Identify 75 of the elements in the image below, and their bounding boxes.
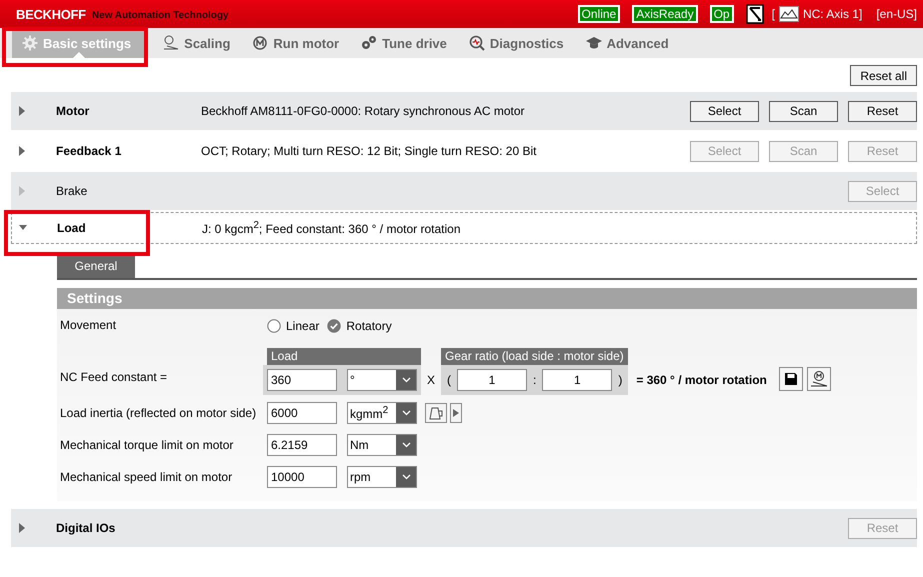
graduation-cap-icon (586, 35, 602, 51)
field-label: Load inertia (reflected on motor side) (60, 406, 258, 420)
value-field[interactable]: 6.2159 (267, 434, 337, 456)
magnifier-icon (468, 35, 485, 51)
section-summary: Beckhoff AM8111-0FG0-0000: Rotary synchronous AC motor (201, 104, 524, 118)
brand-logo: BECKHOFF (16, 6, 86, 22)
section-title: Feedback 1 (56, 144, 122, 158)
value-field[interactable]: 360 (267, 369, 337, 391)
bracket-text: [ (772, 7, 775, 21)
unit-dropdown[interactable]: Nm (347, 434, 417, 456)
field-label: Mechanical speed limit on motor (60, 470, 234, 484)
calculator-icon[interactable] (425, 403, 447, 423)
section-title: Motor (56, 104, 90, 118)
ratio-field[interactable]: 1 (542, 369, 612, 391)
motor-scale-icon[interactable] (806, 367, 831, 391)
locale-label[interactable]: [en-US] (876, 7, 917, 21)
field-label: Mechanical torque limit on motor (60, 438, 234, 452)
brand-tagline: New Automation Technology (92, 10, 228, 21)
section-summary: J: 0 kgcm$^{2}$; Feed constant: 360 ° / motor rotation (202, 220, 460, 236)
nav-tab[interactable]: Advanced (578, 28, 683, 58)
value-field[interactable]: 10000 (267, 466, 337, 488)
play-icon[interactable] (450, 403, 462, 423)
radio-button[interactable] (267, 319, 281, 333)
section-button[interactable]: Select (690, 100, 759, 122)
chevron-down-icon (402, 442, 410, 448)
save-icon[interactable] (778, 367, 803, 391)
sub-tab[interactable]: General (57, 254, 135, 278)
unit-dropdown[interactable]: ° (347, 369, 417, 391)
nav-tab[interactable]: Diagnostics (460, 28, 578, 58)
gear-icon (22, 35, 38, 51)
status-badge: Online (578, 5, 620, 23)
group-header: Gear ratio (load side : motor side) (441, 348, 628, 365)
axis-label[interactable]: NC: Axis 1] (802, 7, 862, 21)
gears-icon (361, 35, 378, 51)
radio-label[interactable]: Linear (286, 319, 320, 333)
field-label: NC Feed constant = (60, 370, 168, 384)
radio-label[interactable]: Rotatory (346, 319, 392, 333)
section-summary: OCT; Rotary; Multi turn RESO: 12 Bit; Single turn RESO: 20 Bit (201, 144, 536, 158)
section-row[interactable]: Load J: 0 kgcm$^{2}$; Feed constant: 360 ° / motor rotation (11, 212, 917, 244)
paren-text: ) (617, 373, 624, 387)
chevron-down-icon (402, 377, 410, 383)
unit-dropdown[interactable]: kgmm$^{2}$ (347, 402, 417, 424)
reset-all-button[interactable]: Reset all (850, 65, 917, 86)
section-title: Digital IOs (56, 521, 116, 535)
nav-tab[interactable]: Run motor (244, 28, 354, 58)
field-label: Movement (60, 318, 118, 332)
tab-notch (72, 52, 85, 58)
expand-right-icon[interactable] (18, 523, 26, 533)
section-title: Load (57, 221, 87, 235)
expand-right-icon[interactable] (18, 106, 26, 116)
multiply-sign: X (427, 373, 436, 387)
axis-icon (778, 6, 799, 22)
section-row[interactable]: Motor Beckhoff AM8111-0FG0-0000: Rotary synchronous AC motor Select Scan Reset (11, 92, 917, 130)
chevron-down-icon (402, 410, 410, 416)
ratio-separator: : (532, 373, 538, 387)
motor-scale-icon (163, 35, 180, 51)
section-button[interactable]: Scan (769, 100, 838, 122)
status-badge: AxisReady (632, 5, 698, 23)
section-title: Brake (56, 184, 88, 198)
value-field[interactable]: 6000 (267, 402, 337, 424)
nav-tab[interactable]: Tune drive (353, 28, 461, 58)
chevron-down-icon (402, 474, 410, 480)
status-badge: Op (710, 5, 734, 23)
nav-tab[interactable]: Scaling (155, 28, 244, 58)
feed-result: = 360 ° / motor rotation (636, 373, 767, 387)
ratio-field[interactable]: 1 (457, 369, 528, 391)
device-icon[interactable] (746, 4, 764, 24)
radio-button[interactable] (327, 319, 342, 333)
settings-header: Settings (57, 288, 917, 309)
group-header: Load (267, 348, 421, 365)
section-button[interactable]: Reset (848, 100, 917, 122)
motor-icon (252, 35, 268, 51)
expand-right-icon[interactable] (18, 146, 26, 156)
unit-dropdown[interactable]: rpm (347, 466, 417, 488)
paren-text: ( (446, 373, 452, 387)
